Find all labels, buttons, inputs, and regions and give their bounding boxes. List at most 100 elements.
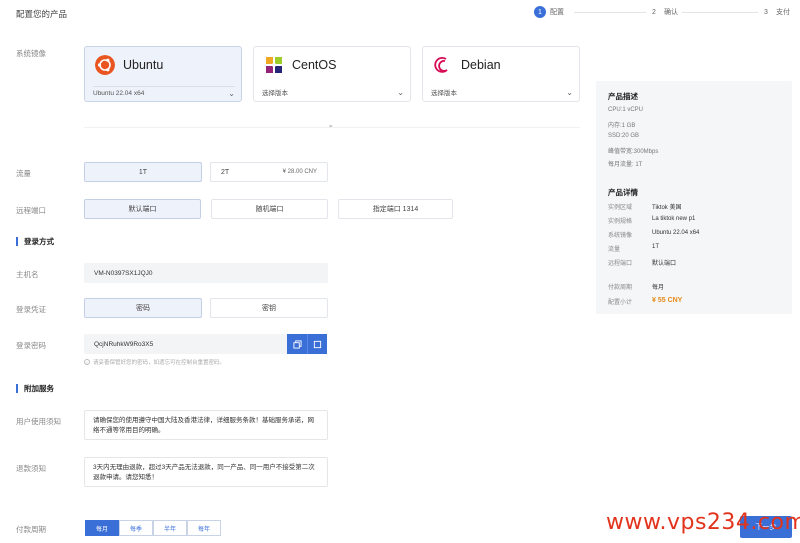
verify-option-password-label: 密码 <box>136 305 150 312</box>
refund-text-box: 3天内无理由退款，超过3天产品无法退款，同一产品、同一用户不接受第二次退款申请。… <box>84 457 328 487</box>
cycle-selector: 每月 每季 半年 每年 <box>85 520 221 536</box>
password-note: i 请妥善保管好您的密码，如遗忘可在控制台重置密码。 <box>84 358 225 366</box>
chevron-down-icon: ⌄ <box>566 87 573 97</box>
os-name-ubuntu: Ubuntu <box>123 58 164 72</box>
agreement-label: 用户使用须知 <box>16 417 61 426</box>
desc-bandwidth: 峰值带宽:300Mbps <box>608 149 659 155</box>
page-title: 配置您的产品 <box>16 9 68 19</box>
detail-key: 远程端口 <box>608 261 633 267</box>
os-name-debian: Debian <box>461 58 501 72</box>
copy-icon <box>292 339 302 349</box>
step-2-label: 确认 <box>664 9 678 16</box>
step-indicator: 1 配置 2 确认 3 支付 <box>530 6 792 20</box>
detail-traffic: 流量 1T <box>608 244 659 253</box>
ubuntu-version-select[interactable]: Ubuntu 22.04 x64 ⌄ <box>93 86 235 98</box>
password-label: 登录密码 <box>16 341 46 350</box>
verify-option-key[interactable]: 密钥 <box>210 298 328 318</box>
detail-key: 实例规格 <box>608 219 633 225</box>
detail-value: 1T <box>652 244 660 250</box>
verify-option-password[interactable]: 密码 <box>84 298 202 318</box>
step-3-label: 支付 <box>776 9 790 16</box>
verify-label: 登录凭证 <box>16 305 46 314</box>
port-option-custom-label: 指定端口 1314 <box>372 206 419 213</box>
debian-version-select[interactable]: 选择版本 ⌄ <box>431 86 573 98</box>
os-card-debian[interactable]: Debian 选择版本 ⌄ <box>422 46 580 102</box>
port-option-random-label: 随机端口 <box>255 206 284 213</box>
password-value: QcjNRuhkW9Ro3X5 <box>94 340 154 348</box>
detail-value: La tiktok new p1 <box>652 216 696 222</box>
cycle-option-yearly[interactable]: 每年 <box>187 520 221 536</box>
refresh-icon <box>313 340 322 348</box>
order-summary-panel: 产品描述 CPU:1 vCPU 内存:1 GB SSD:20 GB 峰值带宽:3… <box>596 81 792 314</box>
detail-key: 流量 <box>608 247 621 253</box>
refund-label: 退款须知 <box>16 464 46 473</box>
section-accent-bar <box>16 237 18 246</box>
cycle-option-monthly[interactable]: 每月 <box>85 520 119 536</box>
os-card-centos[interactable]: CentOS 选择版本 ⌄ <box>253 46 411 102</box>
step-1-label: 配置 <box>550 9 564 16</box>
centos-version-select[interactable]: 选择版本 ⌄ <box>262 86 404 98</box>
password-input[interactable]: QcjNRuhkW9Ro3X5 <box>84 334 288 354</box>
summary-total: 配置小计 ¥ 55 CNY <box>608 297 682 306</box>
extra-section-title: 附加服务 <box>16 383 54 394</box>
detail-image: 系统镜像 Ubuntu 22.04 x64 <box>608 230 699 239</box>
product-description-title: 产品描述 <box>608 92 638 101</box>
hostname-input[interactable]: VM-N0397SX1JQJ0 <box>84 263 328 283</box>
cycle-option-half-year[interactable]: 半年 <box>153 520 187 536</box>
chevron-down-icon: ⌄ <box>397 87 404 97</box>
os-name-centos: CentOS <box>292 58 337 72</box>
port-option-default[interactable]: 默认端口 <box>84 199 201 219</box>
copy-password-button[interactable] <box>287 334 307 354</box>
verify-option-key-label: 密钥 <box>262 305 276 312</box>
centos-logo-icon <box>266 57 282 73</box>
ubuntu-logo-icon <box>95 55 115 75</box>
login-section-title-text: 登录方式 <box>24 237 54 246</box>
traffic-option-1t-label: 1T <box>138 168 148 176</box>
password-note-text: 请妥善保管好您的密码，如遗忘可在控制台重置密码。 <box>93 360 226 366</box>
cycle-label: 付款周期 <box>16 525 46 534</box>
summary-cycle-value: 每月 <box>652 285 665 291</box>
traffic-label: 流量 <box>16 169 31 178</box>
site-watermark: www.vps234.com <box>606 510 800 535</box>
detail-value: 默认端口 <box>652 261 677 267</box>
section-accent-bar <box>16 384 18 393</box>
desc-memory: 内存:1 GB <box>608 123 636 129</box>
port-option-random[interactable]: 随机端口 <box>211 199 328 219</box>
step-1: 1 配置 <box>534 6 564 18</box>
login-section-title: 登录方式 <box>16 236 54 247</box>
traffic-option-1t[interactable]: 1T <box>84 162 202 182</box>
collapse-handle[interactable]: = <box>329 124 333 130</box>
desc-cpu: CPU:1 vCPU <box>608 107 644 113</box>
desc-traffic: 每月流量: 1T <box>608 162 643 168</box>
chevron-down-icon: ⌄ <box>228 88 235 98</box>
cycle-option-quarterly[interactable]: 每季 <box>119 520 153 536</box>
step-3: 3 支付 <box>760 6 790 18</box>
ubuntu-version-value: Ubuntu 22.04 x64 <box>93 89 145 97</box>
os-card-ubuntu[interactable]: Ubuntu Ubuntu 22.04 x64 ⌄ <box>84 46 242 102</box>
step-2-number: 2 <box>652 8 656 16</box>
centos-version-value: 选择版本 <box>262 90 288 97</box>
product-detail-title: 产品详情 <box>608 188 638 197</box>
refund-text: 3天内无理由退款，超过3天产品无法退款，同一产品、同一用户不接受第二次退款申请。… <box>93 464 315 481</box>
detail-key: 实例区域 <box>608 205 633 211</box>
debian-logo-icon <box>434 56 448 73</box>
detail-value: Ubuntu 22.04 x64 <box>652 230 700 236</box>
agreement-text-box: 请确保您的使用遵守中国大陆及香港法律，详细服务条款！基础服务承诺，网络不通等常用… <box>84 410 328 440</box>
step-3-number: 3 <box>764 8 768 16</box>
summary-cycle-key: 付款周期 <box>608 285 633 291</box>
traffic-option-2t-label: 2T <box>221 168 230 176</box>
port-option-default-label: 默认端口 <box>128 206 157 213</box>
port-label: 远程端口 <box>16 206 46 215</box>
detail-region: 实例区域 Tiktok 美国 <box>608 202 681 211</box>
desc-ssd: SSD:20 GB <box>608 133 640 139</box>
agreement-text: 请确保您的使用遵守中国大陆及香港法律，详细服务条款！基础服务承诺，网络不通等常用… <box>93 417 314 434</box>
detail-spec: 实例规格 La tiktok new p1 <box>608 216 695 225</box>
step-connector <box>682 12 758 13</box>
debian-version-value: 选择版本 <box>431 90 457 97</box>
refresh-password-button[interactable] <box>307 334 327 354</box>
info-icon: i <box>84 359 90 365</box>
port-option-custom[interactable]: 指定端口 1314 <box>338 199 453 219</box>
summary-total-key: 配置小计 <box>608 300 633 306</box>
traffic-option-2t[interactable]: 2T ¥ 28.00 CNY <box>210 162 328 182</box>
detail-key: 系统镜像 <box>608 233 633 239</box>
